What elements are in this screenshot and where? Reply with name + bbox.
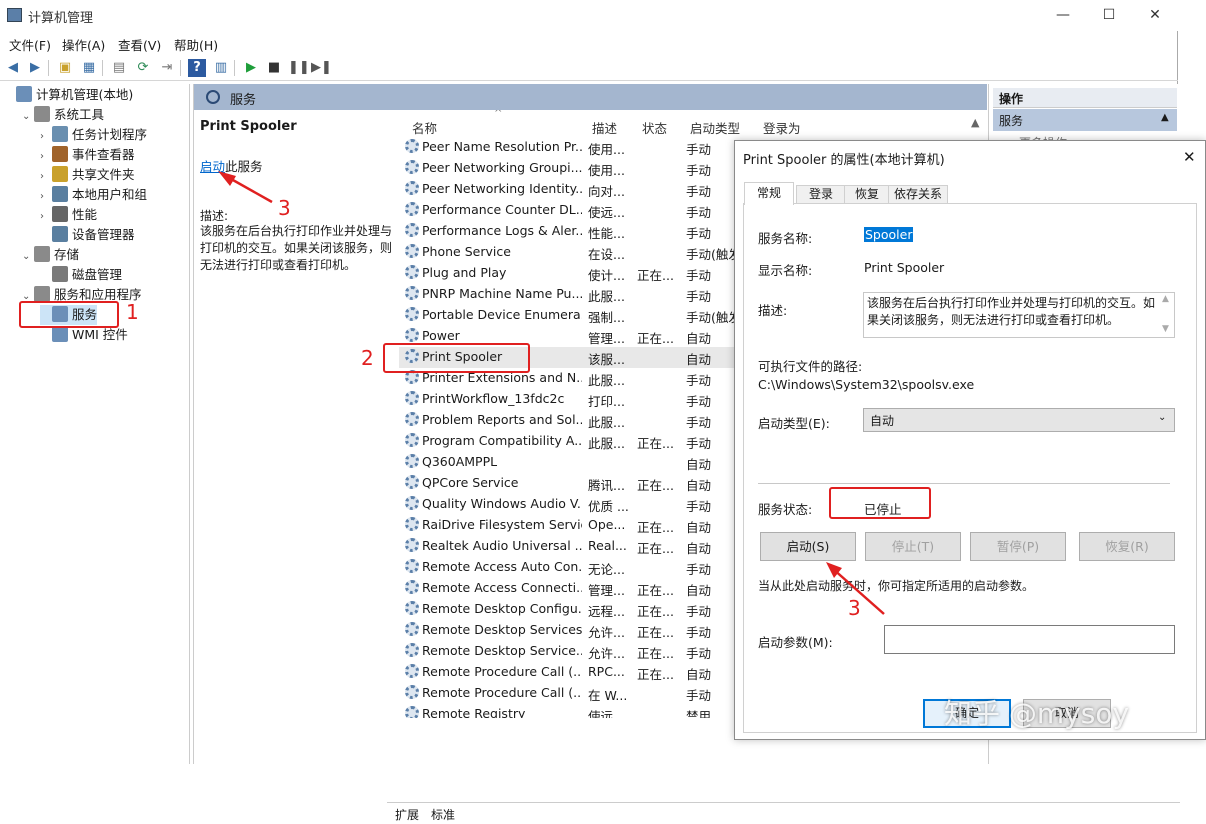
watermark: 知乎 @mysoy	[944, 697, 1130, 730]
view-tabs: 扩展 标准	[387, 802, 1180, 824]
tab-extended[interactable]: 扩展	[395, 806, 419, 823]
annotation-arrowhead-link	[218, 171, 236, 186]
annotation-arrows	[218, 171, 885, 615]
annotation-arrow-button	[831, 567, 885, 615]
tab-standard[interactable]: 标准	[431, 806, 455, 823]
